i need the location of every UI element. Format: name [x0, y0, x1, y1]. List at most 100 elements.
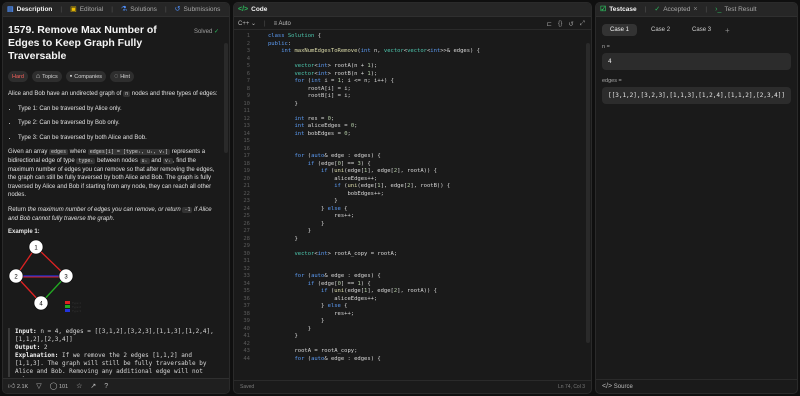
code-scrollbar[interactable] [586, 43, 590, 343]
list-item: Type 3: Can be traversed by both Alice a… [18, 134, 218, 143]
code-line: 43 rootA = rootA_copy; [234, 348, 585, 356]
line-text: } else { [320, 205, 348, 212]
help-button[interactable]: ? [104, 383, 108, 390]
share-button[interactable]: ↗ [90, 383, 96, 390]
line-text: bobEdges++; [347, 190, 384, 197]
case-tabs: Case 1 Case 2 Case 3 + [596, 17, 797, 36]
lightbulb-icon: ◌ [114, 73, 119, 80]
add-case-button[interactable]: + [725, 26, 730, 35]
case-tab-1[interactable]: Case 1 [602, 24, 638, 36]
cursor-position: Ln 74, Col 3 [558, 384, 585, 390]
line-number: 34 [243, 280, 250, 287]
line-number: 5 [246, 63, 250, 69]
tag-icon: ⌂ [35, 73, 41, 80]
line-text: rootA = rootA_copy; [294, 348, 358, 354]
tab-solutions[interactable]: ⚗ Solutions [121, 6, 157, 13]
line-text: int res = 0; [294, 115, 335, 122]
case-tab-3[interactable]: Case 3 [684, 24, 719, 36]
case-tab-2[interactable]: Case 2 [643, 24, 678, 36]
intro-paragraph: Alice and Bob have an undirected graph o… [8, 91, 218, 97]
line-number: 25 [243, 213, 250, 219]
bookmark-icon[interactable]: ⊏ [547, 20, 552, 28]
line-number: 3 [246, 48, 250, 54]
line-number: 29 [243, 243, 250, 249]
checkbox-icon: ☑ [600, 6, 607, 13]
close-icon[interactable]: × [693, 6, 697, 13]
tag-row: Hard ⌂ Topics ▪ Companies ◌ Hint [8, 71, 218, 82]
line-number: 17 [243, 153, 250, 159]
code-line: 9 rootB[i] = i; [234, 93, 585, 101]
companies-chip[interactable]: ▪ Companies [65, 71, 107, 82]
auto-complete-toggle[interactable]: ≡ Auto [274, 21, 291, 27]
dislike-button[interactable]: ▽ [36, 383, 41, 390]
line-text: if (edge[0] == 3) { [307, 160, 371, 167]
line-number: 1 [246, 33, 250, 39]
field-input-n[interactable]: 4 [602, 53, 791, 70]
hint-chip[interactable]: ◌ Hint [110, 71, 135, 82]
field-input-edges[interactable]: [[3,1,2],[3,2,3],[1,1,3],[1,2,4],[1,1,2]… [602, 87, 791, 104]
code-line: 23 } [234, 198, 585, 206]
code-panel: </> Code C++ ⌄ | ≡ Auto ⊏ {} ↺ ⤢ 1 class … [233, 2, 592, 394]
saved-status: Saved [240, 384, 255, 390]
description-footer: 👍︎ 2.1K ▽ ◯ 101 ☆ ↗ ? [3, 378, 229, 393]
tab-code[interactable]: </> Code [238, 6, 267, 13]
line-text: for (auto& edge : edges) { [294, 355, 381, 362]
line-number: 43 [243, 348, 250, 354]
code-line: 13 int aliceEdges = 0; [234, 123, 585, 131]
line-number: 35 [243, 288, 250, 294]
check-icon: ✓ [654, 6, 661, 13]
line-text: if (uni(edge[1], edge[2], rootA)) { [320, 288, 437, 294]
list-item: Type 1: Can be traversed by Alice only. [18, 105, 218, 114]
braces-icon[interactable]: {} [558, 20, 562, 28]
line-number: 13 [243, 123, 250, 129]
field-label-n: n = [602, 44, 610, 50]
legend-swatch [65, 305, 70, 309]
line-text: } [320, 220, 325, 227]
description-scrollbar[interactable] [224, 43, 228, 153]
code-line: 25 res++; [234, 213, 585, 221]
tab-submissions[interactable]: ↺ Submissions [175, 6, 221, 13]
star-button[interactable]: ☆ [76, 383, 82, 390]
line-number: 24 [243, 205, 250, 212]
tab-editorial[interactable]: ▣ Editorial [70, 6, 103, 13]
line-text: } else { [320, 303, 348, 309]
line-text: if (edge[0] == 1) { [307, 280, 371, 287]
code-line: 16 [234, 146, 585, 154]
difficulty-chip: Hard [8, 71, 28, 82]
line-text: aliceEdges++; [334, 295, 378, 302]
line-number: 41 [243, 333, 250, 339]
line-number: 6 [246, 70, 250, 77]
example-box: Input: n = 4, edges = [[3,1,2],[3,2,3],[… [8, 328, 218, 377]
description-panel: ▤ Description | ▣ Editorial | ⚗ Solution… [2, 2, 230, 394]
tab-accepted[interactable]: ✓ Accepted × [654, 6, 697, 13]
comments-button[interactable]: ◯ 101 [50, 383, 69, 390]
source-button[interactable]: </> Source [602, 383, 633, 390]
line-number: 2 [246, 40, 250, 47]
language-select[interactable]: C++ ⌄ [238, 20, 256, 27]
code-editor[interactable]: 1 class Solution {2 public: 3 int maxNumEdg… [234, 33, 585, 379]
tab-description[interactable]: ▤ Description [7, 6, 52, 13]
lock-icon: ≡ [273, 20, 278, 27]
reset-icon[interactable]: ↺ [568, 20, 573, 28]
code-line: 41 } [234, 333, 585, 341]
code-line: 19 if (uni(edge[1], edge[2], rootA)) { [234, 168, 585, 176]
code-line: 42 [234, 341, 585, 349]
line-number: 7 [246, 78, 250, 84]
example-title: Example 1: [8, 229, 40, 236]
history-icon: ↺ [174, 6, 181, 13]
line-text: } [307, 325, 312, 332]
fullscreen-icon[interactable]: ⤢ [580, 20, 585, 28]
testcase-panel: ☑ Testcase | ✓ Accepted × | ›_ Test Resu… [595, 2, 798, 394]
example-graph: 1 2 3 4 Type 1 Type 2 Type 3 [8, 239, 81, 313]
tab-testcase[interactable]: ☑ Testcase [600, 6, 637, 13]
line-text: for (int i = 1; i <= n; i++) { [294, 78, 394, 84]
code-line: 10 } [234, 101, 585, 109]
list-item: Type 2: Can be traversed by Bob only. [18, 119, 218, 128]
like-button[interactable]: 👍︎ 2.1K [8, 383, 28, 390]
legend-label: Type 3 [72, 309, 81, 313]
book-icon: ▣ [70, 6, 77, 13]
code-line: 24 } else { [234, 206, 585, 214]
topics-chip[interactable]: ⌂ Topics [31, 71, 62, 82]
document-icon: ▤ [7, 6, 14, 13]
tab-test-result[interactable]: ›_ Test Result [715, 6, 756, 13]
